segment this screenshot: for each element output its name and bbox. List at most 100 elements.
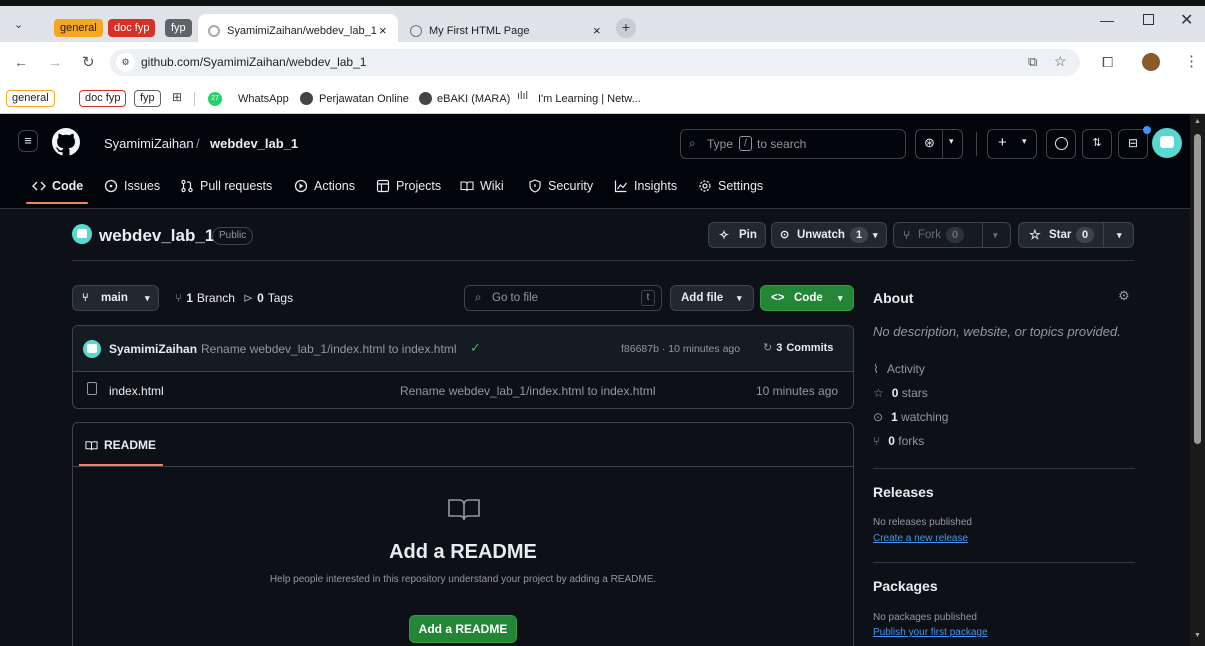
readme-tab[interactable]: README (85, 438, 156, 452)
create-new-button[interactable]: + ▾ (987, 129, 1037, 159)
back-icon[interactable]: ← (14, 54, 28, 70)
scroll-down-icon[interactable]: ▼ (1194, 632, 1201, 639)
window-close-icon[interactable]: ✕ (1180, 10, 1193, 30)
file-commit-message[interactable]: Rename webdev_lab_1/index.html to index.… (400, 384, 655, 398)
profile-avatar[interactable] (1142, 53, 1160, 71)
readme-empty-heading: Add a README (389, 541, 537, 563)
title-divider (72, 260, 1134, 261)
address-bar[interactable]: ⚙ github.com/SyamimiZaihan/webdev_lab_1 … (110, 49, 1080, 76)
add-file-button[interactable]: Add file ▾ (670, 285, 754, 311)
repo-owner-avatar[interactable] (72, 224, 92, 244)
tab-group-fyp[interactable]: fyp (165, 19, 192, 37)
commits-link[interactable]: ↻ 3 Commits (763, 341, 833, 355)
watching-link[interactable]: ⊙ 1 watching (873, 410, 948, 424)
site-info-icon[interactable]: ⚙ (116, 53, 135, 72)
history-icon: ↻ (763, 342, 773, 354)
sidebar-divider (873, 562, 1135, 563)
bookmark-star-icon[interactable]: ☆ (1054, 53, 1067, 70)
tab-code[interactable]: Code (32, 178, 83, 194)
github-logo-icon[interactable] (52, 128, 80, 156)
chevron-down-icon: ▾ (1117, 230, 1122, 240)
bookmark-chip-general[interactable]: general (6, 90, 55, 107)
fork-button[interactable]: ⑂ Fork 0 ▾ (893, 222, 1011, 248)
file-name[interactable]: index.html (109, 384, 164, 398)
bookmarks-bar: general doc fyp fyp ⊞ 27 WhatsApp Perjaw… (0, 84, 1205, 114)
chevron-down-icon: ▾ (145, 293, 150, 303)
minimize-icon[interactable]: — (1100, 12, 1114, 28)
go-to-file-input[interactable]: ⌕ Go to file t (464, 285, 662, 311)
copilot-button[interactable]: ⊛ ▾ (915, 129, 963, 159)
tag-icon: ⊳ (243, 291, 254, 305)
apps-grid-icon[interactable]: ⊞ (172, 90, 182, 104)
add-readme-button[interactable]: Add a README (409, 615, 517, 643)
commit-author-avatar[interactable] (83, 340, 101, 358)
header-search-input[interactable]: ⌕ Type / to search (680, 129, 906, 159)
pin-button[interactable]: ✧ Pin (708, 222, 766, 248)
commit-meta[interactable]: f86687b · 10 minutes ago (621, 343, 740, 355)
bookmark-perjawatan[interactable]: Perjawatan Online (319, 91, 409, 107)
header-repo-link[interactable]: webdev_lab_1 (210, 136, 298, 151)
branch-selector[interactable]: ⑂ main ▾ (72, 285, 159, 311)
reload-icon[interactable]: ↻ (82, 53, 95, 71)
latest-commit-bar: SyamimiZaihan Rename webdev_lab_1/index.… (73, 326, 853, 372)
tab-issues[interactable]: Issues (104, 178, 160, 194)
create-release-link[interactable]: Create a new release (873, 533, 968, 544)
bookmark-whatsapp[interactable]: WhatsApp (238, 91, 289, 107)
header-owner-link[interactable]: SyamimiZaihan (104, 136, 194, 151)
tab-group-general[interactable]: general (54, 19, 103, 37)
copilot-icon: ⊛ (924, 135, 935, 150)
shield-icon (529, 179, 541, 193)
pull-requests-header-button[interactable]: ⇅ (1082, 129, 1112, 159)
about-settings-gear-icon[interactable]: ⚙ (1118, 288, 1130, 304)
restore-icon[interactable] (1143, 14, 1154, 25)
bookmark-ebaki[interactable]: eBAKI (MARA) (437, 91, 510, 107)
branch-icon: ⑂ (82, 292, 89, 304)
chevron-down-icon: ▾ (737, 293, 742, 303)
install-app-icon[interactable]: ⧉ (1028, 54, 1037, 70)
activity-link[interactable]: ⌇ Activity (873, 362, 925, 376)
url-text[interactable]: github.com/SyamimiZaihan/webdev_lab_1 (141, 55, 366, 69)
stars-link[interactable]: ☆ 0 stars (873, 386, 928, 400)
tab-wiki[interactable]: Wiki (460, 178, 504, 194)
hamburger-menu-icon[interactable]: ≡ (18, 130, 38, 152)
publish-package-link[interactable]: Publish your first package (873, 627, 988, 638)
inbox-button[interactable]: ⊟ (1118, 126, 1151, 159)
tab-pull-requests[interactable]: Pull requests (180, 178, 272, 194)
commit-author[interactable]: SyamimiZaihan (109, 342, 197, 356)
branch-icon: ⑂ (175, 291, 183, 305)
browser-menu-icon[interactable]: ⋮ (1184, 52, 1199, 70)
forward-icon[interactable]: → (48, 54, 62, 70)
code-icon: <> (771, 292, 785, 304)
search-shortcut-key: / (739, 136, 752, 151)
bookmark-netacad[interactable]: I'm Learning | Netw... (538, 91, 641, 107)
bookmark-chip-fyp[interactable]: fyp (134, 90, 161, 107)
commit-message[interactable]: Rename webdev_lab_1/index.html to index.… (201, 342, 456, 356)
scrollbar-thumb[interactable] (1194, 134, 1201, 444)
releases-title[interactable]: Releases (873, 484, 934, 500)
tags-link[interactable]: ⊳ 0 Tags (243, 291, 293, 305)
user-avatar[interactable] (1152, 128, 1182, 158)
tab-security[interactable]: Security (528, 178, 593, 194)
browser-tab-bar: ⌄ general doc fyp fyp SyamimiZaihan/webd… (0, 0, 1205, 48)
tab-settings[interactable]: Settings (698, 178, 763, 194)
tab-projects[interactable]: Projects (376, 178, 441, 194)
issues-header-button[interactable] (1046, 129, 1076, 159)
scroll-up-icon[interactable]: ▲ (1194, 118, 1201, 125)
issue-icon (1055, 137, 1068, 150)
repo-name[interactable]: webdev_lab_1 (99, 226, 214, 246)
new-tab-button[interactable]: + (616, 18, 636, 38)
branches-link[interactable]: ⑂ 1 Branch (175, 291, 235, 305)
forks-link[interactable]: ⑂ 0 forks (873, 434, 924, 448)
packages-title[interactable]: Packages (873, 578, 938, 594)
page-scrollbar[interactable]: ▲ ▼ (1190, 114, 1205, 646)
tab-search-chevron-icon[interactable]: ⌄ (14, 18, 23, 31)
unwatch-button[interactable]: ⊙ Unwatch 1 ▾ (771, 222, 887, 248)
tab-insights[interactable]: Insights (614, 178, 677, 194)
bookmark-chip-doc-fyp[interactable]: doc fyp (79, 90, 127, 107)
tab-actions[interactable]: Actions (294, 178, 355, 194)
table-row[interactable]: index.html Rename webdev_lab_1/index.htm… (73, 372, 853, 408)
extensions-icon[interactable]: ⧠ (1102, 54, 1113, 71)
code-dropdown-button[interactable]: <> Code ▾ (760, 285, 854, 311)
tab-group-doc-fyp[interactable]: doc fyp (108, 19, 156, 37)
star-button[interactable]: ☆ Star 0 ▾ (1018, 222, 1134, 248)
